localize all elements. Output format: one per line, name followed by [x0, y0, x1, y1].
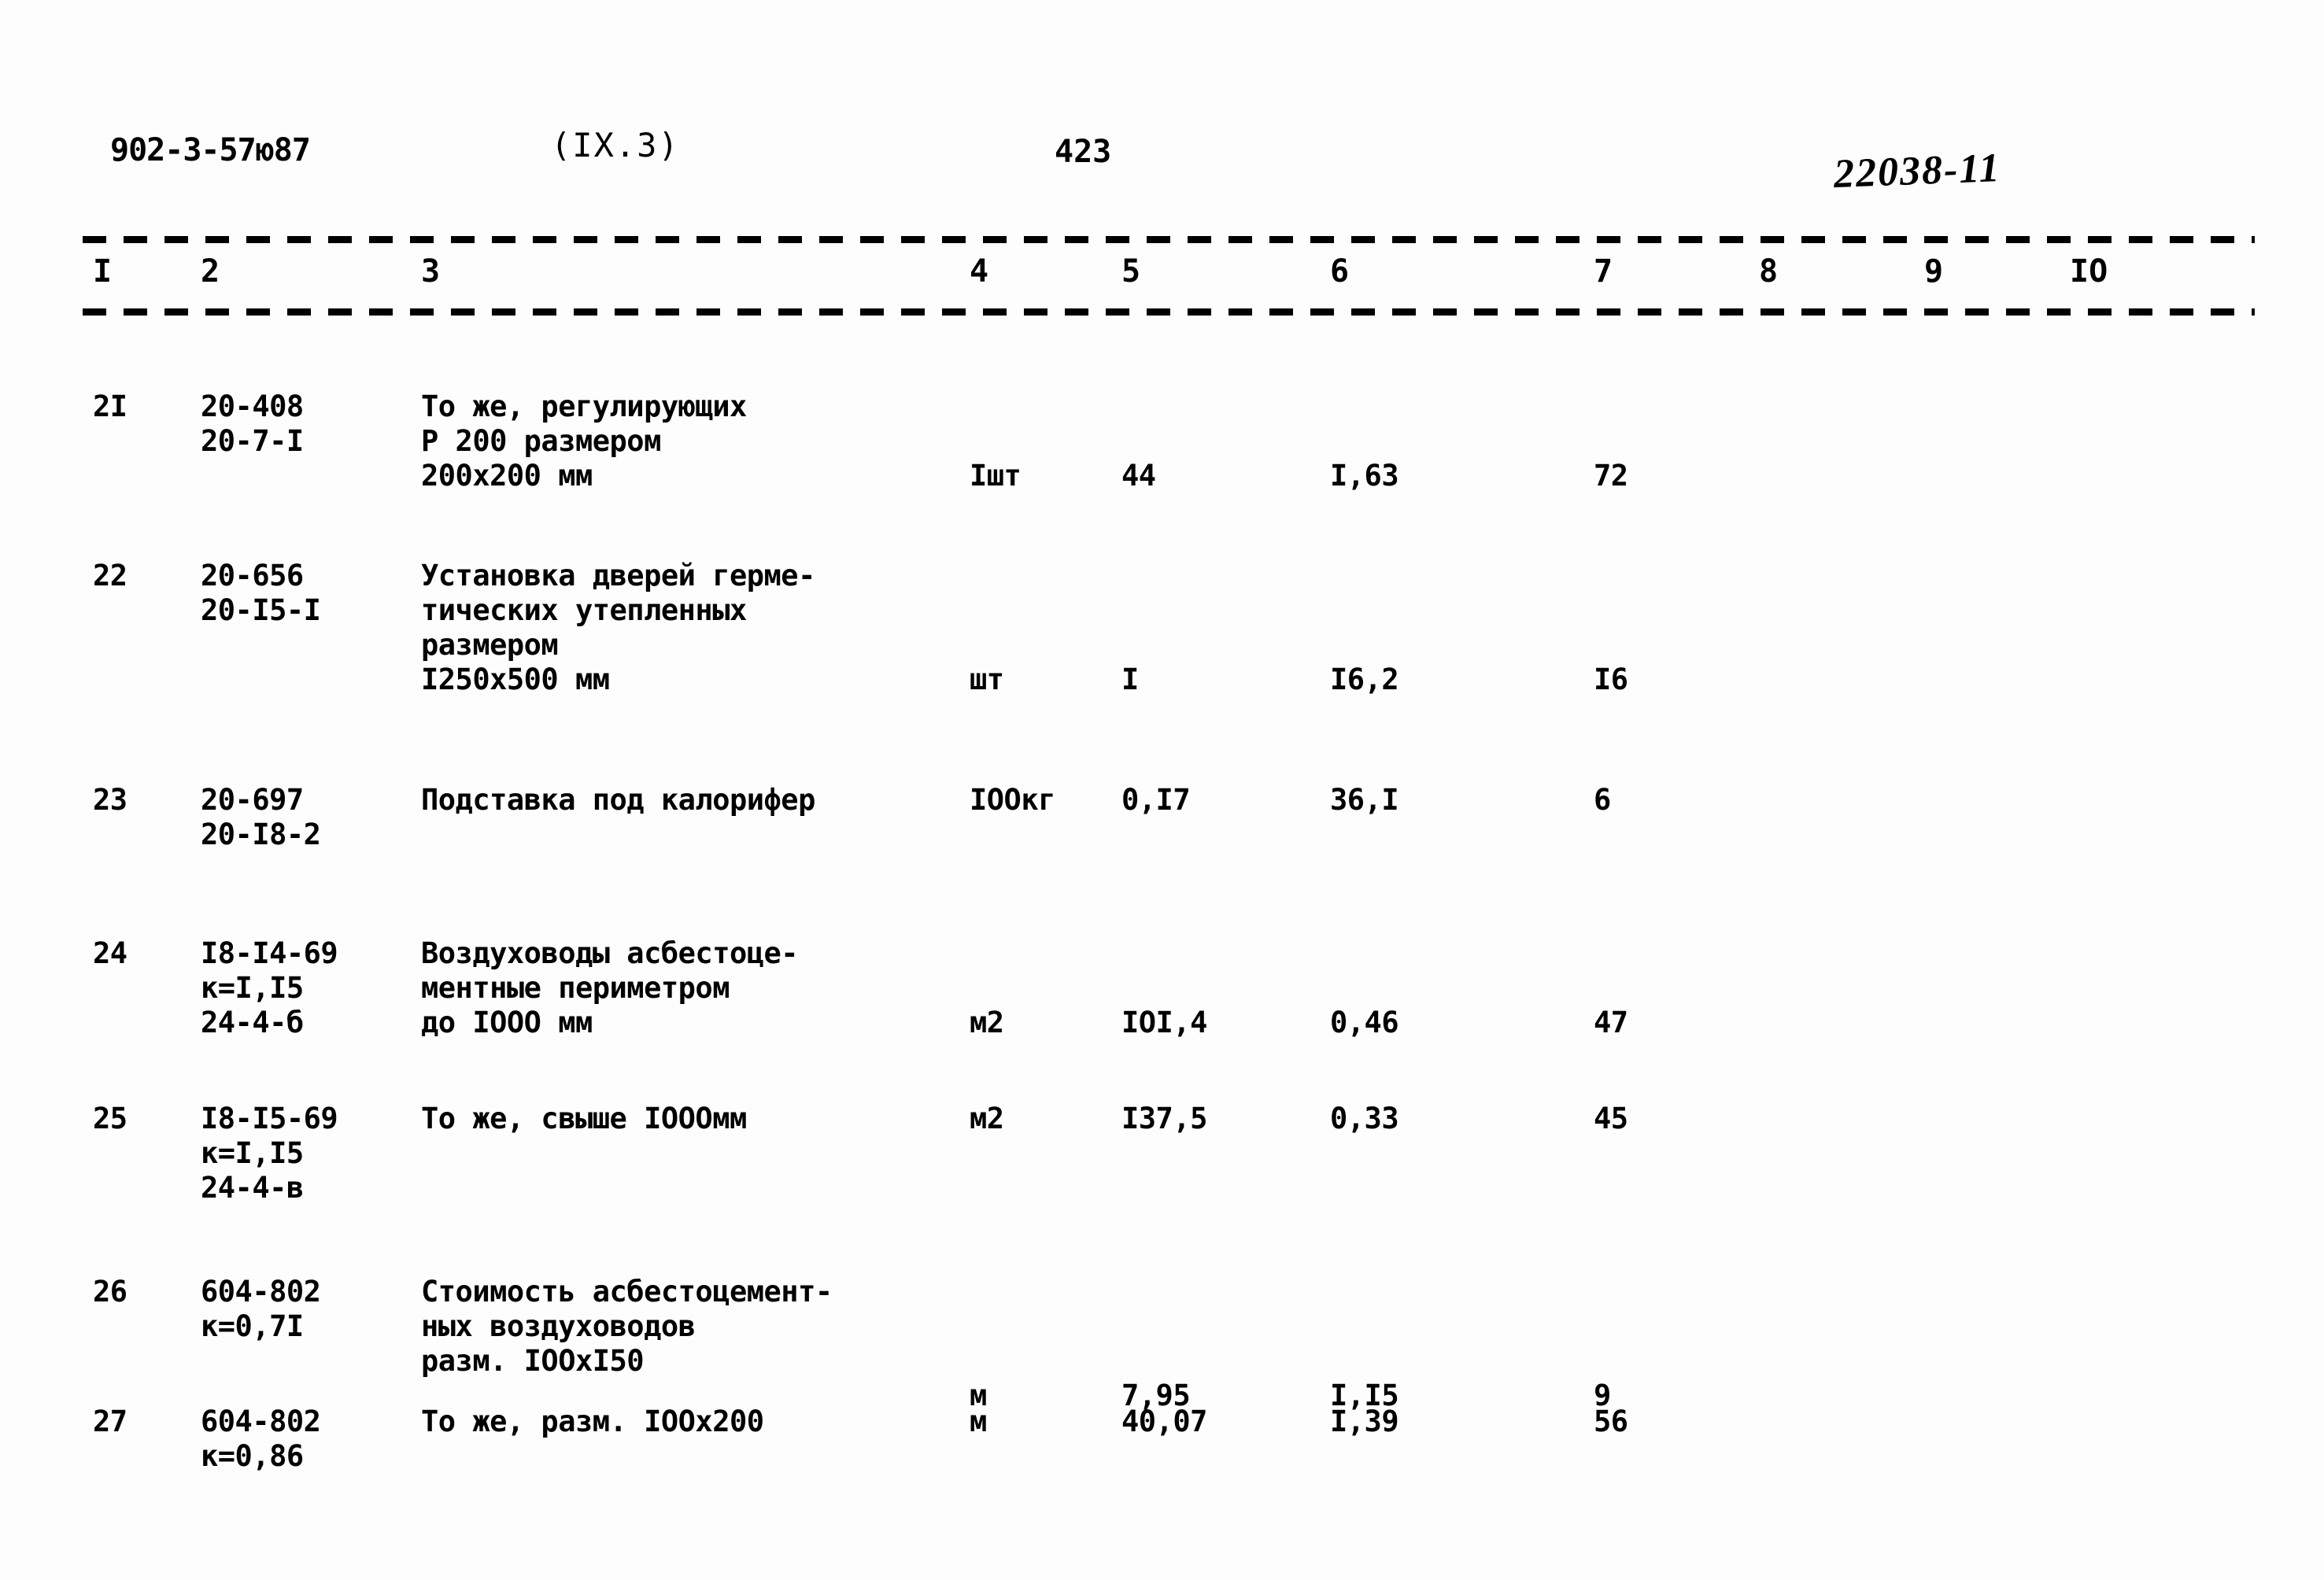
- row-unit-price: I6,2: [1330, 663, 1399, 696]
- row-number: 2I: [93, 389, 127, 423]
- row-total: 47: [1594, 1006, 1628, 1039]
- table-top-rule: [83, 236, 2255, 243]
- row-code: 20-656 20-I5-I: [201, 559, 321, 627]
- table-row: 27 604-802 к=0,86 То же, разм. IOOx200 м 40,…: [0, 1405, 2324, 1562]
- row-unit: IOOкг: [970, 783, 1055, 817]
- document-code: 902-3-57ю87: [110, 132, 311, 168]
- row-unit-price: 36,I: [1330, 783, 1399, 817]
- row-description: То же, регулирующих Р 200 размером 200x2…: [421, 389, 747, 493]
- row-number: 23: [93, 783, 127, 817]
- row-unit: шт: [970, 663, 1004, 696]
- row-description: Воздуховоды асбестоце- ментные периметро…: [421, 936, 799, 1039]
- column-header-6: 6: [1330, 253, 1350, 290]
- row-code: I8-I4-69 к=I,I5 24-4-б: [201, 936, 338, 1039]
- row-number: 25: [93, 1102, 127, 1135]
- row-unit: м: [970, 1405, 987, 1438]
- column-header-3: 3: [421, 253, 441, 290]
- table-row: 22 20-656 20-I5-I Установка дверей герме- …: [0, 559, 2324, 716]
- row-quantity: IOI,4: [1121, 1006, 1207, 1039]
- table-row: 25 I8-I5-69 к=I,I5 24-4-в То же, свыше IOO…: [0, 1102, 2324, 1259]
- row-unit: м2: [970, 1102, 1004, 1135]
- row-description: То же, разм. IOOx200: [421, 1405, 764, 1438]
- column-header-8: 8: [1759, 253, 1779, 290]
- table-bottom-rule: [83, 308, 2255, 316]
- row-total: 45: [1594, 1102, 1628, 1135]
- row-code: 20-697 20-I8-2: [201, 783, 321, 851]
- column-header-5: 5: [1121, 253, 1141, 290]
- row-quantity: I: [1121, 663, 1139, 696]
- scanned-page: 902-3-57ю87 (IX.3) 423 22038-11 I2345678…: [0, 0, 2324, 1580]
- row-quantity: I37,5: [1121, 1102, 1207, 1135]
- table-row: 2I 20-408 20-7-I То же, регулирующих Р 200…: [0, 389, 2324, 547]
- row-quantity: 44: [1121, 459, 1156, 493]
- row-description: То же, свыше IOOOмм: [421, 1102, 747, 1135]
- column-header-7: 7: [1594, 253, 1613, 290]
- row-number: 27: [93, 1405, 127, 1438]
- page-number: 423: [1055, 134, 1112, 170]
- table-row: 23 20-697 20-I8-2 Подставка под калорифер I…: [0, 783, 2324, 940]
- row-total: 72: [1594, 459, 1628, 493]
- handwritten-stamp: 22038-11: [1832, 145, 2002, 198]
- row-total: 6: [1594, 783, 1611, 817]
- section-label: (IX.3): [551, 126, 680, 164]
- row-code: I8-I5-69 к=I,I5 24-4-в: [201, 1102, 338, 1205]
- row-total: 56: [1594, 1405, 1628, 1438]
- column-header-4: 4: [970, 253, 989, 290]
- row-code: 604-802 к=0,86: [201, 1405, 321, 1473]
- row-quantity: 0,I7: [1121, 783, 1191, 817]
- row-description: Стоимость асбестоцемент- ных воздуховодо…: [421, 1275, 833, 1378]
- row-unit-price: I,63: [1330, 459, 1399, 493]
- row-total: I6: [1594, 663, 1628, 696]
- row-number: 26: [93, 1275, 127, 1309]
- row-description: Подставка под калорифер: [421, 783, 815, 817]
- row-number: 22: [93, 559, 127, 592]
- row-quantity: 40,07: [1121, 1405, 1207, 1438]
- row-code: 20-408 20-7-I: [201, 389, 304, 458]
- row-unit-price: I,39: [1330, 1405, 1399, 1438]
- row-description: Установка дверей герме- тических утеплен…: [421, 559, 815, 696]
- row-number: 24: [93, 936, 127, 970]
- table-row: 24 I8-I4-69 к=I,I5 24-4-б Воздуховоды асбе…: [0, 936, 2324, 1094]
- column-header-2: 2: [201, 253, 220, 290]
- row-unit-price: 0,46: [1330, 1006, 1399, 1039]
- row-unit: Iшт: [970, 459, 1022, 493]
- row-code: 604-802 к=0,7I: [201, 1275, 321, 1343]
- column-header-9: 9: [1924, 253, 1944, 290]
- row-unit-price: 0,33: [1330, 1102, 1399, 1135]
- column-header-10: IO: [2070, 253, 2108, 290]
- row-unit: м2: [970, 1006, 1004, 1039]
- column-header-1: I: [93, 253, 113, 290]
